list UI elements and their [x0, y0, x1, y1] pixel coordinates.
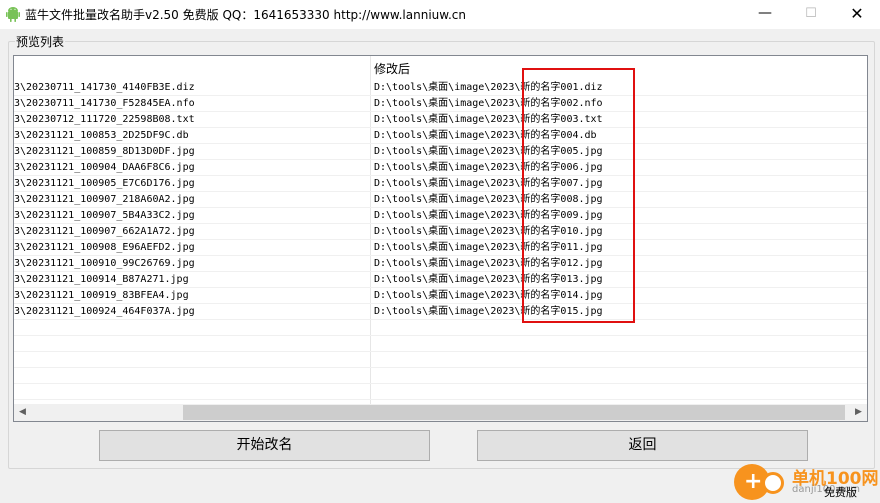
table-row[interactable]: 3\20231121_100907_218A60A2.jpg D:\tools\桌… — [14, 192, 867, 208]
maximize-button[interactable]: ☐ — [788, 0, 834, 29]
scroll-left-icon[interactable]: ◀ — [14, 404, 31, 421]
table-row[interactable]: 3\20231121_100859_8D13D0DF.jpg D:\tools\桌… — [14, 144, 867, 160]
watermark: + 单机100网 danji100.com 免费版 — [730, 462, 880, 503]
original-path-cell: 3\20230712_111720_22598B08.txt — [14, 114, 195, 125]
minimize-button[interactable]: — — [742, 0, 788, 29]
table-row[interactable]: 3\20231121_100924_464F037A.jpg D:\tools\桌… — [14, 304, 867, 320]
window-title: 蓝牛文件批量改名助手v2.50 免费版 QQ：1641653330 http:/… — [25, 8, 466, 22]
close-button[interactable]: ✕ — [834, 0, 880, 29]
plus-icon: + — [744, 469, 763, 494]
edition-label: 免费版 — [824, 486, 857, 499]
original-path-cell: 3\20231121_100908_E96AEFD2.jpg — [14, 242, 195, 253]
scroll-right-icon[interactable]: ▶ — [850, 404, 867, 421]
table-row[interactable]: 3\20231121_100910_99C26769.jpg D:\tools\桌… — [14, 256, 867, 272]
table-row[interactable]: 3\20230711_141730_4140FB3E.diz D:\tools\桌… — [14, 80, 867, 96]
back-button[interactable]: 返回 — [477, 430, 808, 461]
original-path-cell: 3\20231121_100919_83BFEA4.jpg — [14, 290, 189, 301]
original-path-cell: 3\20231121_100924_464F037A.jpg — [14, 306, 195, 317]
danji-logo-ring — [762, 472, 784, 494]
table-row[interactable]: 3\20231121_100904_DAA6F8C6.jpg D:\tools\桌… — [14, 160, 867, 176]
table-row[interactable]: 3\20231121_100907_5B4A33C2.jpg D:\tools\桌… — [14, 208, 867, 224]
table-row[interactable]: 3\20231121_100905_E7C6D176.jpg D:\tools\桌… — [14, 176, 867, 192]
preview-group-label: 预览列表 — [15, 33, 66, 50]
original-path-cell: 3\20231121_100907_218A60A2.jpg — [14, 194, 195, 205]
android-icon — [6, 7, 20, 22]
original-path-cell: 3\20230711_141730_F52845EA.nfo — [14, 98, 195, 109]
empty-row — [14, 368, 867, 384]
scrollbar-thumb[interactable] — [183, 405, 845, 420]
empty-row — [14, 336, 867, 352]
original-path-cell: 3\20231121_100904_DAA6F8C6.jpg — [14, 162, 195, 173]
empty-row — [14, 352, 867, 368]
preview-list[interactable]: 修改后 3\20230711_141730_4140FB3E.diz D:\too… — [13, 55, 868, 422]
table-row[interactable]: 3\20231121_100907_662A1A72.jpg D:\tools\桌… — [14, 224, 867, 240]
horizontal-scrollbar[interactable]: ◀ ▶ — [14, 404, 867, 421]
table-row[interactable]: 3\20231121_100914_B87A271.jpg D:\tools\桌面… — [14, 272, 867, 288]
original-path-cell: 3\20231121_100907_662A1A72.jpg — [14, 226, 195, 237]
start-rename-button[interactable]: 开始改名 — [99, 430, 430, 461]
original-path-cell: 3\20231121_100859_8D13D0DF.jpg — [14, 146, 195, 157]
original-path-cell: 3\20231121_100910_99C26769.jpg — [14, 258, 195, 269]
original-path-cell: 3\20231121_100853_2D25DF9C.db — [14, 130, 189, 141]
table-row[interactable]: 3\20231121_100908_E96AEFD2.jpg D:\tools\桌… — [14, 240, 867, 256]
table-row[interactable]: 3\20231121_100919_83BFEA4.jpg D:\tools\桌面… — [14, 288, 867, 304]
table-row[interactable]: 3\20231121_100853_2D25DF9C.db D:\tools\桌面… — [14, 128, 867, 144]
table-row[interactable]: 3\20230711_141730_F52845EA.nfo D:\tools\桌… — [14, 96, 867, 112]
original-path-cell: 3\20231121_100914_B87A271.jpg — [14, 274, 189, 285]
empty-row — [14, 384, 867, 400]
highlight-box — [522, 68, 635, 323]
column-header-new-name[interactable]: 修改后 — [374, 56, 410, 80]
empty-row — [14, 320, 867, 336]
original-path-cell: 3\20231121_100907_5B4A33C2.jpg — [14, 210, 195, 221]
table-row[interactable]: 3\20230712_111720_22598B08.txt D:\tools\桌… — [14, 112, 867, 128]
title-bar: 蓝牛文件批量改名助手v2.50 免费版 QQ：1641653330 http:/… — [0, 0, 880, 29]
original-path-cell: 3\20231121_100905_E7C6D176.jpg — [14, 178, 195, 189]
original-path-cell: 3\20230711_141730_4140FB3E.diz — [14, 82, 195, 93]
